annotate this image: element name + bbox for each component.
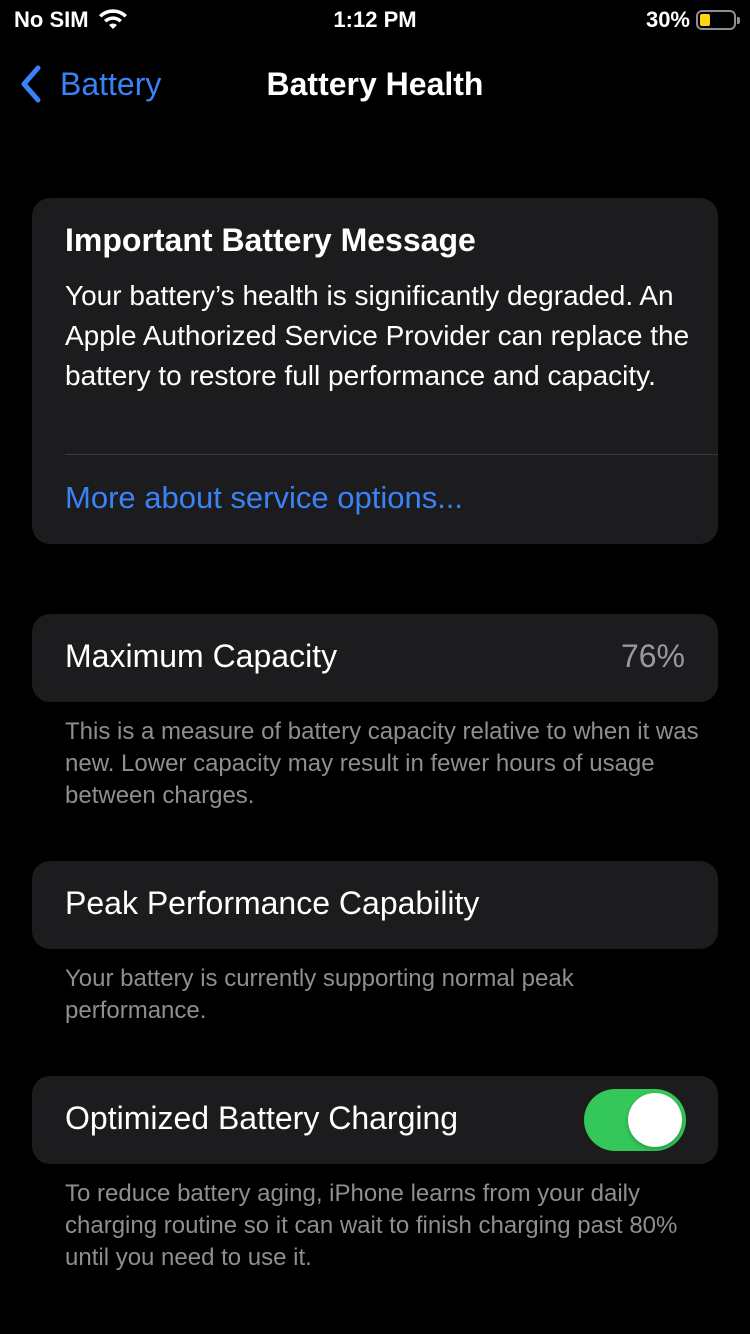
peak-performance-label: Peak Performance Capability xyxy=(65,885,480,921)
peak-performance-footnote: Your battery is currently supporting nor… xyxy=(65,965,574,1024)
status-right: 30% xyxy=(645,7,740,33)
optimized-charging-label: Optimized Battery Charging xyxy=(65,1100,459,1136)
toggle-knob xyxy=(628,1093,682,1147)
battery-icon xyxy=(696,10,740,30)
message-title: Important Battery Message xyxy=(65,222,476,258)
battery-level-fill xyxy=(700,14,710,26)
maximum-capacity-footnote: This is a measure of battery capacity re… xyxy=(65,718,699,809)
maximum-capacity-row: Maximum Capacity 76% xyxy=(32,614,718,702)
maximum-capacity-label: Maximum Capacity xyxy=(65,638,338,674)
maximum-capacity-value: 76% xyxy=(620,638,685,674)
optimized-charging-footnote: To reduce battery aging, iPhone learns f… xyxy=(65,1180,678,1271)
service-options-link[interactable]: More about service options... xyxy=(65,480,463,516)
message-body: Your battery’s health is significantly d… xyxy=(65,280,690,391)
peak-performance-row: Peak Performance Capability xyxy=(32,861,718,949)
navigation-bar: Battery Battery Health xyxy=(0,54,750,114)
optimized-charging-toggle[interactable] xyxy=(584,1089,686,1151)
status-time: 1:12 PM xyxy=(333,7,417,32)
important-message-card: Important Battery Message Your battery’s… xyxy=(32,198,718,544)
optimized-charging-row: Optimized Battery Charging xyxy=(32,1076,718,1164)
divider xyxy=(65,454,718,455)
battery-percent: 30% xyxy=(645,7,690,32)
status-bar: No SIM 1:12 PM 30% xyxy=(0,0,750,40)
page-title: Battery Health xyxy=(266,66,484,102)
